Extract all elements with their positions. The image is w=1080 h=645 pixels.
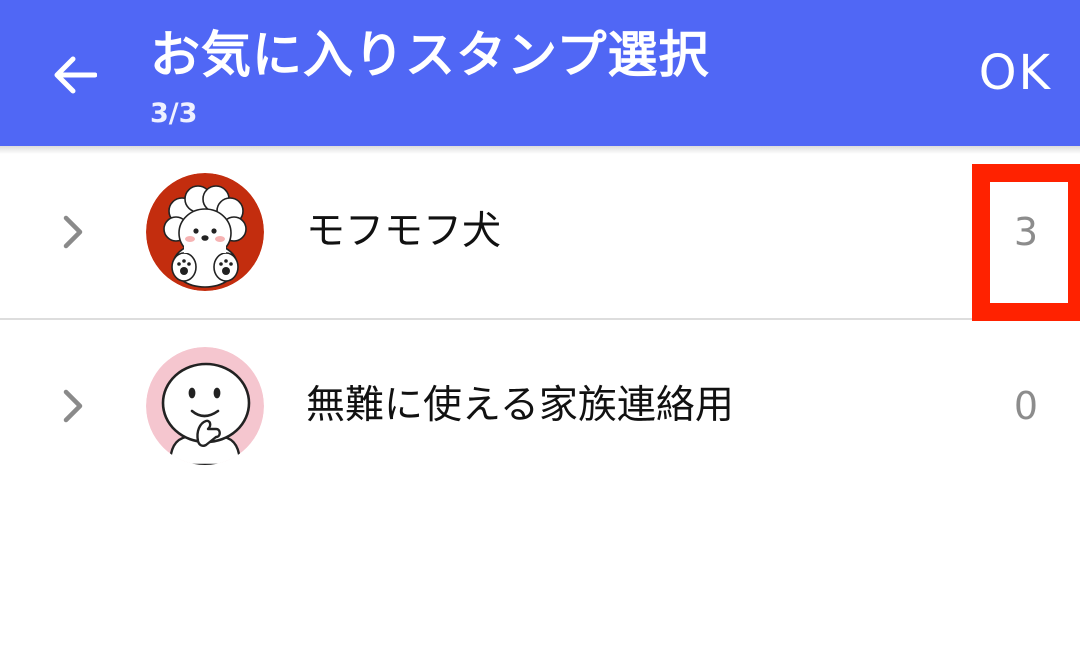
back-button[interactable] bbox=[40, 44, 108, 106]
page-counter: 3/3 bbox=[150, 98, 198, 129]
list-item-family-contact[interactable]: 無難に使える家族連絡用 0 bbox=[0, 320, 1080, 492]
ok-button[interactable]: OK bbox=[979, 42, 1052, 104]
sticker-name: 無難に使える家族連絡用 bbox=[306, 383, 734, 428]
chevron-right-icon[interactable] bbox=[58, 214, 88, 250]
page-title: お気に入りスタンプ選択 bbox=[150, 26, 710, 84]
arrow-left-icon bbox=[54, 56, 97, 94]
sticker-avatar-smiley bbox=[146, 347, 264, 465]
list-item-mofumofu-dog[interactable]: モフモフ犬 3 bbox=[0, 146, 1080, 318]
sticker-avatar-dog bbox=[146, 173, 264, 291]
sticker-selected-count: 0 bbox=[1013, 384, 1038, 428]
sticker-name: モフモフ犬 bbox=[306, 209, 502, 254]
chevron-right-icon[interactable] bbox=[58, 388, 88, 424]
sticker-list: モフモフ犬 3 無難に使える家族連絡用 0 bbox=[0, 146, 1080, 492]
app-header: お気に入りスタンプ選択 3/3 OK bbox=[0, 0, 1080, 146]
fluffy-dog-sticker-icon bbox=[146, 173, 264, 291]
sticker-selected-count: 3 bbox=[1013, 210, 1038, 254]
smiley-thinking-sticker-icon bbox=[146, 347, 264, 465]
